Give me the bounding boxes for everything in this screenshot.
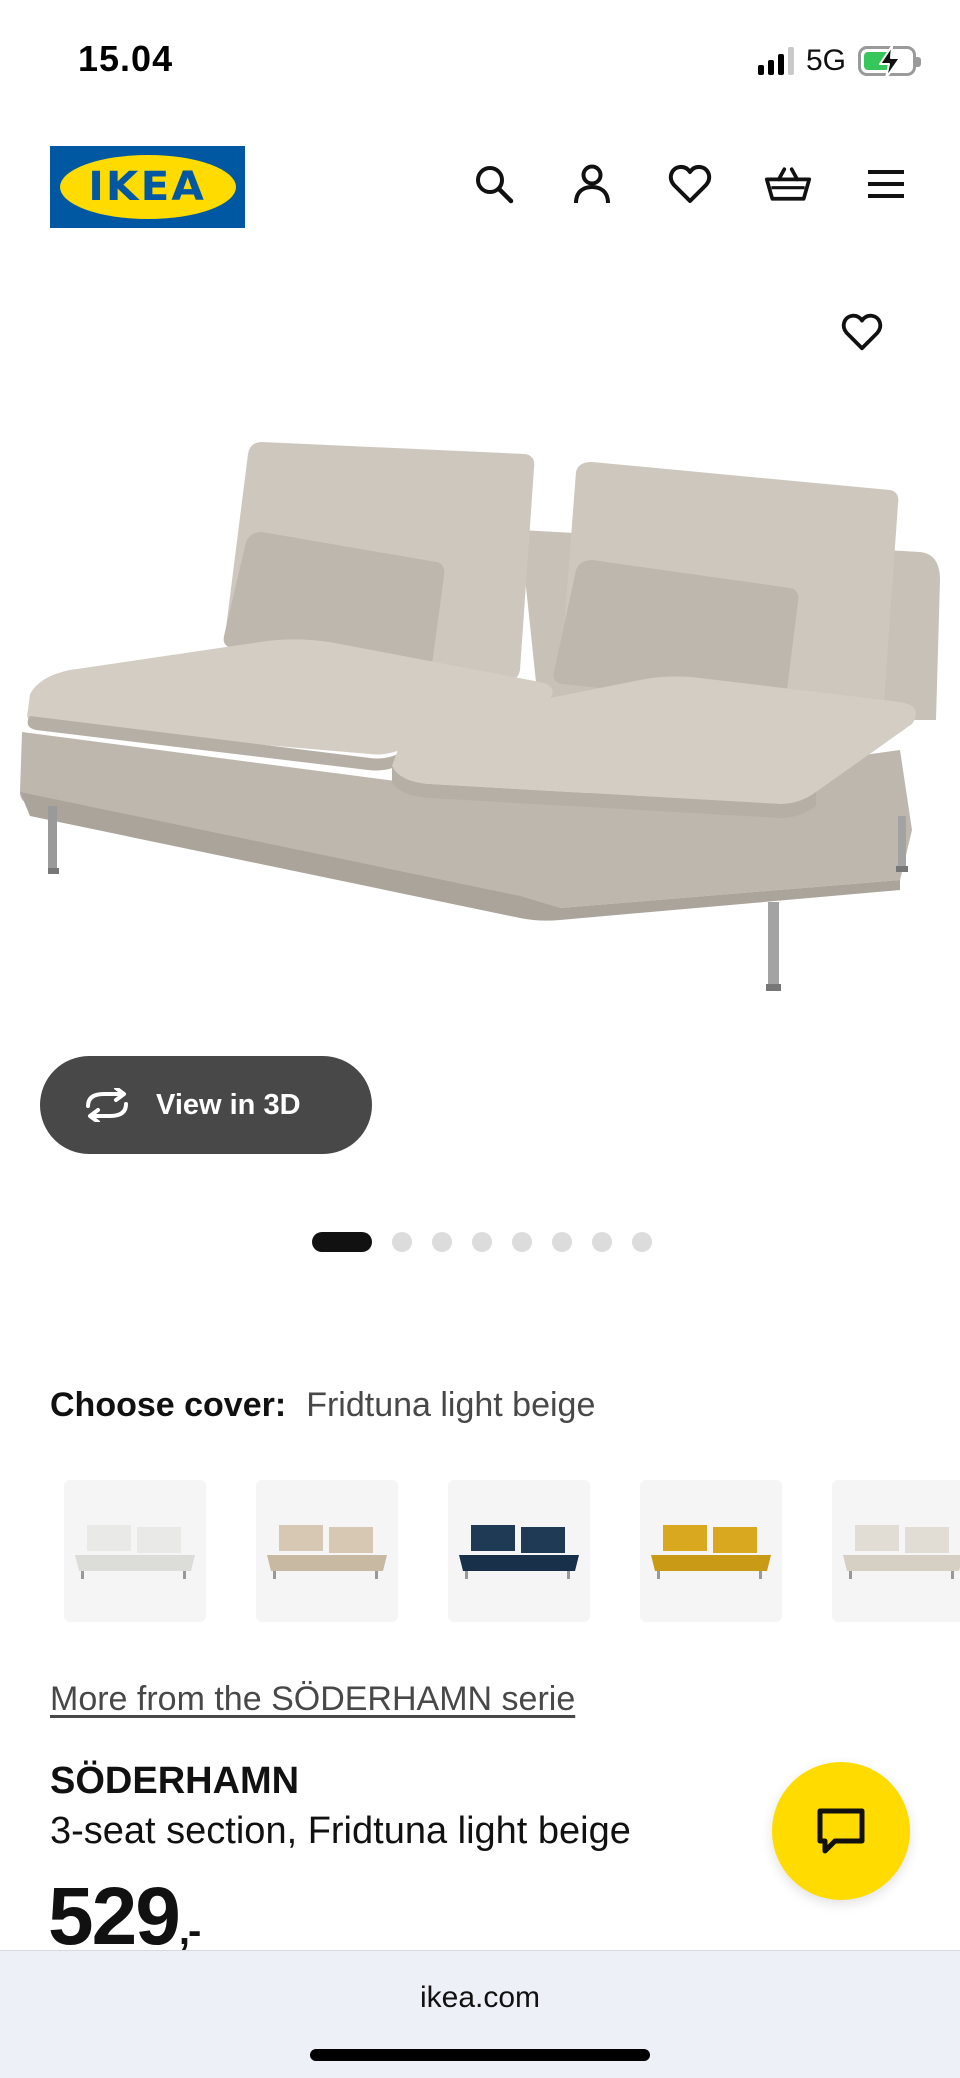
site-header: IKEA ®	[0, 140, 960, 236]
status-indicators: 5G	[757, 44, 921, 79]
product-name: SÖDERHAMN	[50, 1760, 300, 1802]
price-value: 529	[48, 1871, 181, 1962]
carousel-dot[interactable]	[552, 1232, 572, 1252]
cover-swatches	[64, 1480, 960, 1622]
choose-cover-row: Choose cover: Fridtuna light beige	[50, 1386, 595, 1425]
status-time: 15.04	[78, 38, 174, 79]
search-icon[interactable]	[470, 160, 518, 208]
carousel-indicator	[312, 1232, 652, 1252]
carousel-dot[interactable]	[472, 1232, 492, 1252]
browser-url[interactable]: ikea.com	[0, 1981, 960, 2015]
series-link[interactable]: More from the SÖDERHAMN serie	[50, 1680, 575, 1719]
carousel-dot[interactable]	[432, 1232, 452, 1252]
cover-swatch-option[interactable]	[256, 1480, 398, 1622]
cover-swatch-option[interactable]	[832, 1480, 960, 1622]
product-image[interactable]	[0, 420, 960, 1020]
cover-swatch-option[interactable]	[448, 1480, 590, 1622]
logo-text: IKEA	[88, 164, 207, 210]
browser-address-bar: ikea.com	[0, 1950, 960, 2078]
view-in-3d-label: View in 3D	[156, 1088, 301, 1121]
save-to-favourites-heart-icon[interactable]	[836, 306, 888, 358]
rotate-3d-icon	[86, 1088, 128, 1122]
home-indicator[interactable]	[310, 2049, 650, 2061]
carousel-dot[interactable]	[312, 1232, 372, 1252]
cover-swatch-option[interactable]	[64, 1480, 206, 1622]
status-bar: 15.04 5G	[0, 0, 960, 120]
basket-icon[interactable]	[764, 160, 812, 208]
carousel-dot[interactable]	[592, 1232, 612, 1252]
cover-swatch-option[interactable]	[640, 1480, 782, 1622]
view-in-3d-button[interactable]: View in 3D	[40, 1056, 372, 1154]
account-icon[interactable]	[568, 160, 616, 208]
carousel-dot[interactable]	[632, 1232, 652, 1252]
product-description: 3-seat section, Fridtuna light beige	[50, 1810, 631, 1852]
selected-cover-value: Fridtuna light beige	[306, 1386, 596, 1424]
wishlist-heart-icon[interactable]	[666, 160, 714, 208]
price-suffix: ,-	[178, 1909, 201, 1953]
battery-icon	[858, 45, 921, 79]
chat-bubble-icon	[817, 1808, 865, 1854]
carousel-dot[interactable]	[512, 1232, 532, 1252]
signal-icon	[757, 47, 794, 75]
ikea-logo[interactable]: IKEA ®	[50, 146, 245, 228]
network-type: 5G	[805, 44, 846, 77]
carousel-dot[interactable]	[392, 1232, 412, 1252]
chat-button[interactable]	[772, 1762, 910, 1900]
header-nav	[470, 160, 910, 208]
choose-cover-label: Choose cover:	[50, 1386, 287, 1424]
menu-icon[interactable]	[862, 160, 910, 208]
